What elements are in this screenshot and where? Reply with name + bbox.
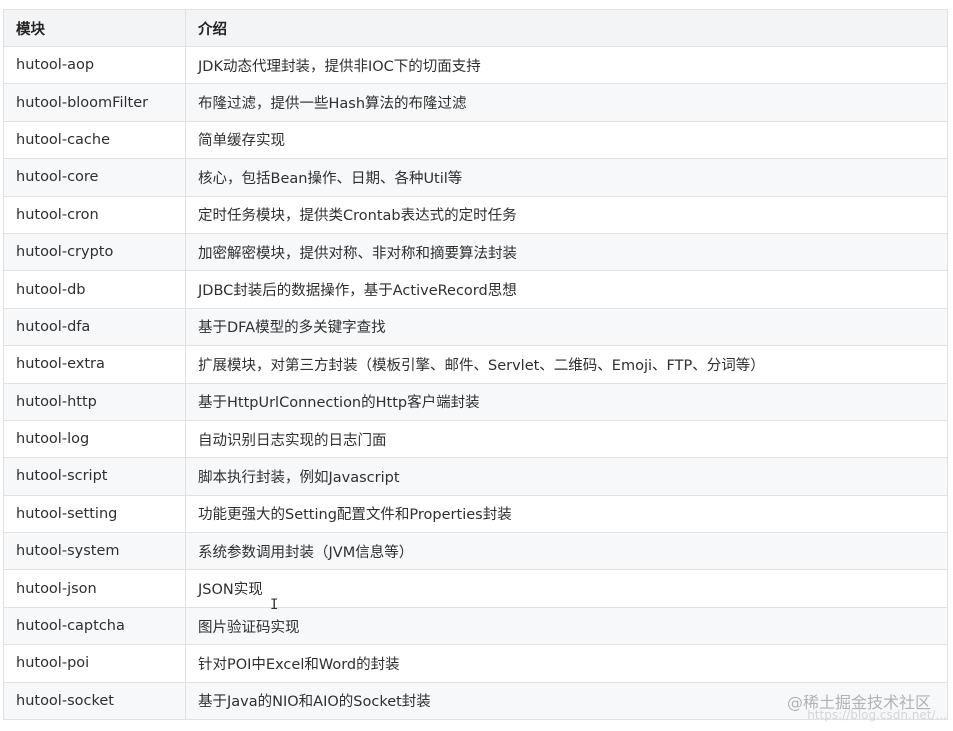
- module-name-cell: hutool-crypto: [3, 232, 186, 272]
- module-description-cell: 基于Java的NIO和AIO的Socket封装: [185, 681, 948, 721]
- module-name-cell: hutool-cache: [3, 120, 186, 160]
- header-description: 介绍: [185, 9, 948, 47]
- table-row: hutool-setting 功能更强大的Setting配置文件和Properti…: [3, 494, 948, 534]
- module-name-cell: hutool-poi: [3, 644, 186, 683]
- table-row: hutool-core 核心，包括Bean操作、日期、各种Util等: [3, 158, 948, 197]
- module-name-cell: hutool-dfa: [3, 307, 186, 347]
- header-module: 模块: [3, 9, 186, 47]
- table-row: hutool-db JDBC封装后的数据操作，基于ActiveRecord思想: [3, 270, 948, 309]
- module-name-cell: hutool-system: [3, 532, 186, 571]
- module-description-cell: 系统参数调用封装（JVM信息等）: [185, 532, 948, 571]
- module-description-cell: JSON实现: [185, 569, 948, 608]
- module-description-cell: 核心，包括Bean操作、日期、各种Util等: [185, 158, 948, 197]
- table-row: hutool-socket 基于Java的NIO和AIO的Socket封装: [3, 681, 948, 721]
- module-description-cell: 布隆过滤，提供一些Hash算法的布隆过滤: [185, 83, 948, 122]
- module-name-cell: hutool-socket: [3, 681, 186, 721]
- module-table: 模块 介绍 hutool-aop JDK动态代理封装，提供非IOC下的切面支持 hu…: [3, 9, 948, 721]
- module-description-cell: 基于HttpUrlConnection的Http客户端封装: [185, 382, 948, 421]
- table-row: hutool-extra 扩展模块，对第三方封装（模板引擎、邮件、Servlet、…: [3, 345, 948, 384]
- module-name-cell: hutool-http: [3, 382, 186, 421]
- table-row: hutool-captcha 图片验证码实现: [3, 606, 948, 646]
- module-description-cell: 定时任务模块，提供类Crontab表达式的定时任务: [185, 195, 948, 234]
- module-description-cell: 图片验证码实现: [185, 606, 948, 646]
- module-name-cell: hutool-captcha: [3, 606, 186, 646]
- module-name-cell: hutool-core: [3, 158, 186, 197]
- header-row: 模块 介绍: [3, 9, 948, 47]
- table-row: hutool-aop JDK动态代理封装，提供非IOC下的切面支持: [3, 45, 948, 85]
- module-description-cell: 加密解密模块，提供对称、非对称和摘要算法封装: [185, 232, 948, 272]
- module-description-cell: JDK动态代理封装，提供非IOC下的切面支持: [185, 45, 948, 85]
- module-name-cell: hutool-log: [3, 419, 186, 459]
- module-name-cell: hutool-script: [3, 457, 186, 496]
- table-row: hutool-dfa 基于DFA模型的多关键字查找: [3, 307, 948, 347]
- table-row: hutool-system 系统参数调用封装（JVM信息等）: [3, 532, 948, 571]
- module-name-cell: hutool-json: [3, 569, 186, 608]
- module-description-cell: 针对POI中Excel和Word的封装: [185, 644, 948, 683]
- table-row: hutool-http 基于HttpUrlConnection的Http客户端封装: [3, 382, 948, 421]
- table-row: hutool-bloomFilter 布隆过滤，提供一些Hash算法的布隆过滤: [3, 83, 948, 122]
- table-row: hutool-poi 针对POI中Excel和Word的封装: [3, 644, 948, 683]
- module-name-cell: hutool-bloomFilter: [3, 83, 186, 122]
- module-name-cell: hutool-aop: [3, 45, 186, 85]
- module-name-cell: hutool-cron: [3, 195, 186, 234]
- module-description-cell: 自动识别日志实现的日志门面: [185, 419, 948, 459]
- module-description-cell: 简单缓存实现: [185, 120, 948, 160]
- table-header: 模块 介绍: [3, 9, 948, 47]
- module-description-cell: 功能更强大的Setting配置文件和Properties封装: [185, 494, 948, 534]
- module-description-cell: 扩展模块，对第三方封装（模板引擎、邮件、Servlet、二维码、Emoji、FT…: [185, 345, 948, 384]
- table-row: hutool-crypto 加密解密模块，提供对称、非对称和摘要算法封装: [3, 232, 948, 272]
- module-name-cell: hutool-extra: [3, 345, 186, 384]
- table-row: hutool-json JSON实现: [3, 569, 948, 608]
- module-description-cell: JDBC封装后的数据操作，基于ActiveRecord思想: [185, 270, 948, 309]
- module-description-cell: 脚本执行封装，例如Javascript: [185, 457, 948, 496]
- table-row: hutool-log 自动识别日志实现的日志门面: [3, 419, 948, 459]
- table-row: hutool-cache 简单缓存实现: [3, 120, 948, 160]
- module-name-cell: hutool-db: [3, 270, 186, 309]
- module-name-cell: hutool-setting: [3, 494, 186, 534]
- table-body: hutool-aop JDK动态代理封装，提供非IOC下的切面支持 hutool-b…: [3, 45, 948, 721]
- module-table-container: 模块 介绍 hutool-aop JDK动态代理封装，提供非IOC下的切面支持 hu…: [3, 9, 948, 721]
- table-row: hutool-script 脚本执行封装，例如Javascript: [3, 457, 948, 496]
- module-description-cell: 基于DFA模型的多关键字查找: [185, 307, 948, 347]
- table-row: hutool-cron 定时任务模块，提供类Crontab表达式的定时任务: [3, 195, 948, 234]
